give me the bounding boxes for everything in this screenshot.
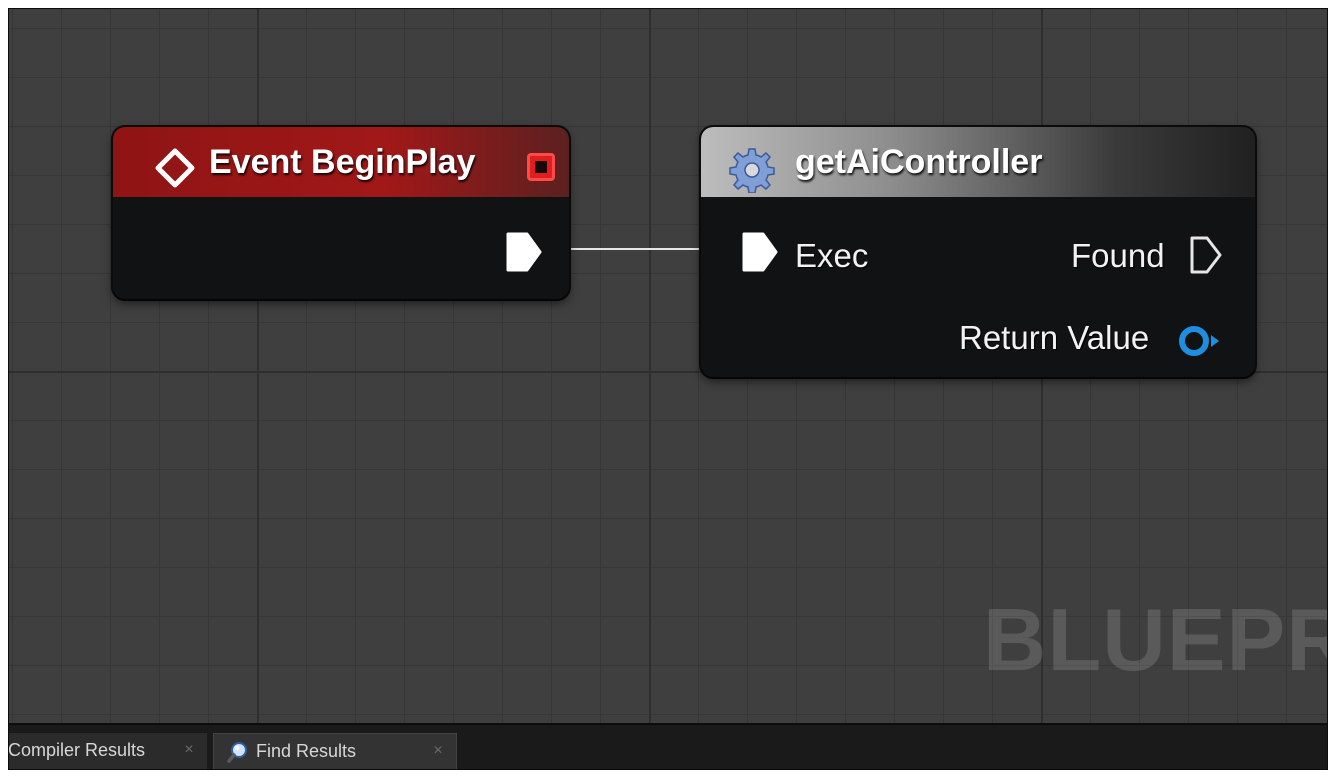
delegate-pin-icon[interactable] xyxy=(527,153,555,181)
tab-compiler-results-label: Compiler Results xyxy=(8,740,146,760)
gear-icon xyxy=(729,148,775,193)
event-node-title: Event BeginPlay xyxy=(209,143,476,181)
blueprint-watermark: BLUEPRI xyxy=(983,590,1327,689)
function-node-header[interactable]: getAiController xyxy=(701,127,1255,197)
exec-output-pin-icon[interactable] xyxy=(505,231,543,273)
found-exec-pin-icon[interactable] xyxy=(1189,235,1223,275)
event-node-header[interactable]: Event BeginPlay xyxy=(113,127,569,197)
tab-find-results-label: Find Results xyxy=(256,741,357,761)
close-icon[interactable]: × xyxy=(430,742,446,760)
function-node-title: getAiController xyxy=(795,143,1043,181)
blueprint-editor: BLUEPRI Event BeginPlay xyxy=(8,8,1328,770)
search-icon xyxy=(227,742,247,763)
bottom-tab-bar: Compiler Results × Find Results × xyxy=(9,723,1327,769)
close-icon[interactable]: × xyxy=(181,741,197,759)
return-value-pin-icon[interactable] xyxy=(1177,323,1225,359)
return-value-pin-label: Return Value xyxy=(959,319,1150,356)
blueprint-graph-canvas[interactable]: BLUEPRI Event BeginPlay xyxy=(9,9,1327,723)
get-ai-controller-node[interactable]: getAiController Exec Found Return Value xyxy=(701,127,1255,377)
event-diamond-icon xyxy=(155,148,195,188)
exec-pin-label: Exec xyxy=(795,237,869,274)
tab-find-results[interactable]: Find Results × xyxy=(213,733,457,769)
exec-input-pin-icon[interactable] xyxy=(741,231,779,273)
found-pin-label: Found xyxy=(1071,237,1165,274)
event-beginplay-node[interactable]: Event BeginPlay xyxy=(113,127,569,299)
tab-compiler-results[interactable]: Compiler Results × xyxy=(9,733,207,769)
